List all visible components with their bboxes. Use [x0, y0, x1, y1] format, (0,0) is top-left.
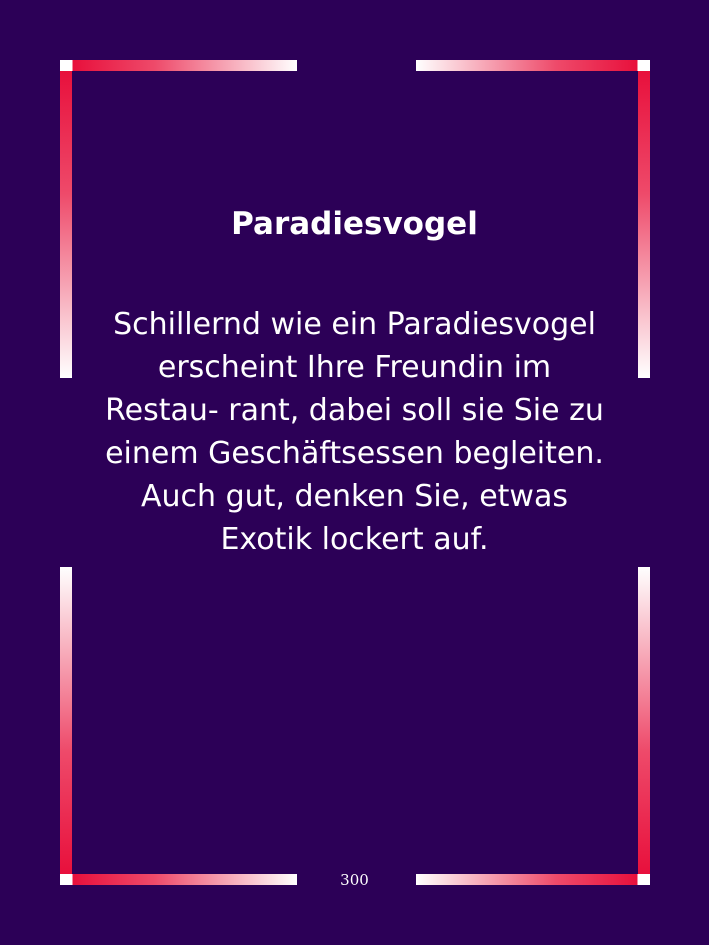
frame-bottom-left-vertical [60, 567, 72, 874]
card-title: Paradiesvogel [231, 206, 478, 242]
frame-bottom-right-vertical [638, 567, 650, 874]
card-body-text: Schillernd wie ein Paradiesvogel erschei… [105, 307, 604, 557]
frame-top-right-horizontal [416, 60, 650, 71]
frame-top-left-horizontal [60, 60, 297, 71]
page-number: 300 [340, 871, 369, 889]
